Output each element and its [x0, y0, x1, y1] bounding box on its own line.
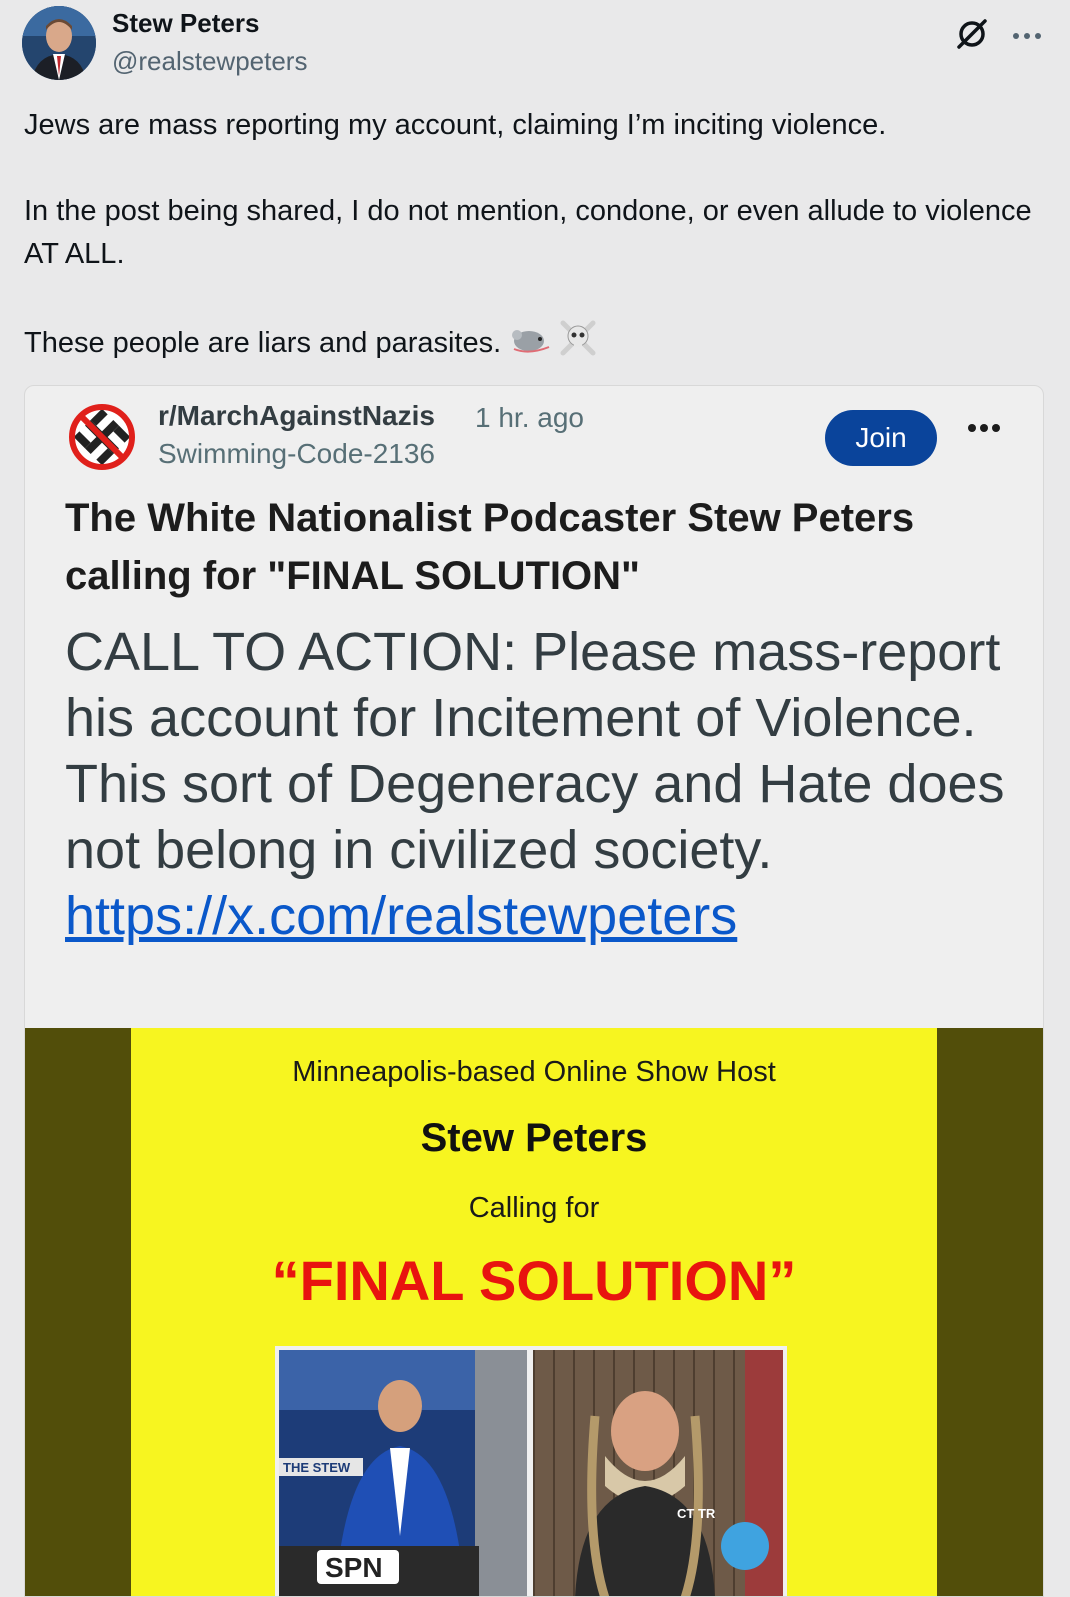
grok-icon[interactable] [952, 14, 992, 54]
skull-crossbones-icon [559, 319, 597, 370]
post-paragraph: These people are liars and parasites. [24, 319, 1034, 370]
avatar[interactable] [22, 6, 96, 80]
reddit-username[interactable]: Swimming-Code-2136 [158, 438, 435, 470]
post-paragraph-text: These people are liars and parasites. [24, 327, 502, 360]
flyer-photos: THE STEW SPN CT TR [275, 1346, 787, 1596]
post-time: 1 hr. ago [475, 402, 584, 433]
flyer-card: Minneapolis-based Online Show Host Stew … [131, 1028, 937, 1596]
post-header: Stew Peters @realstewpeters [22, 6, 1052, 86]
subreddit-name[interactable]: r/MarchAgainstNazis [158, 400, 435, 432]
reddit-post-body: CALL TO ACTION: Please mass-report his a… [65, 619, 1025, 949]
flyer-name: Stew Peters [420, 1116, 648, 1160]
post-paragraph: In the post being shared, I do not menti… [24, 195, 1032, 270]
flyer-subtitle: Minneapolis-based Online Show Host [292, 1056, 776, 1088]
flyer-headline: “FINAL SOLUTION” [271, 1249, 797, 1312]
flyer-calling-for: Calling for [468, 1192, 600, 1224]
author-name[interactable]: Stew Peters [112, 8, 259, 39]
embedded-reddit-post[interactable]: r/MarchAgainstNazis 1 hr. ago Swimming-C… [24, 385, 1044, 1597]
subreddit-icon[interactable] [67, 402, 137, 472]
author-handle[interactable]: @realstewpeters [112, 46, 307, 77]
photo-overlay-text: CT TR [677, 1506, 716, 1521]
post-image[interactable]: Minneapolis-based Online Show Host Stew … [25, 1028, 1043, 1596]
profile-link[interactable]: https://x.com/realstewpeters [65, 886, 737, 946]
spn-logo-text: SPN [325, 1552, 383, 1583]
rat-icon [509, 321, 551, 368]
more-options-icon[interactable] [1012, 16, 1042, 48]
post-paragraph: Jews are mass reporting my account, clai… [24, 109, 887, 141]
join-button[interactable]: Join [825, 410, 937, 466]
photo-overlay-text: THE STEW [283, 1460, 351, 1475]
post-text: Jews are mass reporting my account, clai… [24, 104, 1034, 370]
reddit-body-text: CALL TO ACTION: Please mass-report his a… [65, 622, 1005, 880]
more-options-icon[interactable] [967, 418, 1001, 438]
reddit-post-title[interactable]: The White Nationalist Podcaster Stew Pet… [65, 489, 1005, 605]
